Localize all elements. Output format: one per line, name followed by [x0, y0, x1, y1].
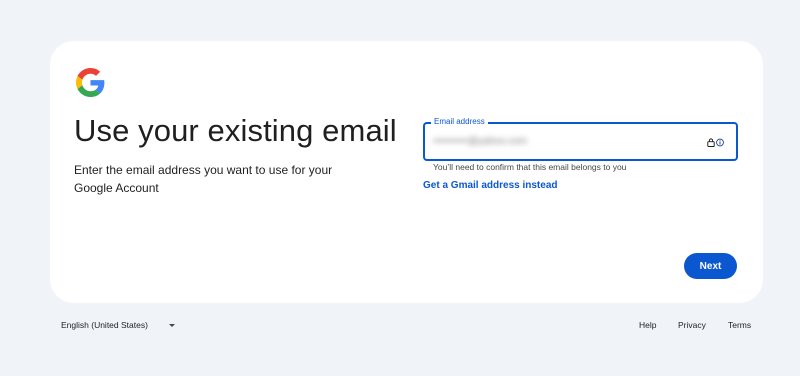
page-title: Use your existing email — [74, 113, 397, 148]
info-icon — [716, 138, 724, 146]
language-selector[interactable]: English (United States) — [61, 320, 148, 330]
email-field-label: Email address — [431, 116, 488, 128]
next-button[interactable]: Next — [684, 253, 737, 279]
email-field[interactable]: Email address — [423, 116, 738, 161]
help-link[interactable]: Help — [639, 320, 656, 330]
google-logo-icon — [76, 68, 105, 97]
language-label: English (United States) — [61, 320, 148, 330]
gmail-instead-link[interactable]: Get a Gmail address instead — [423, 180, 558, 191]
terms-link[interactable]: Terms — [728, 320, 751, 330]
email-input[interactable] — [433, 134, 633, 148]
email-helper-text: You’ll need to confirm that this email b… — [433, 162, 627, 172]
field-icons — [707, 135, 724, 149]
privacy-link[interactable]: Privacy — [678, 320, 706, 330]
page-subtitle: Enter the email address you want to use … — [74, 163, 333, 195]
lock-icon — [707, 137, 715, 147]
footer: English (United States) Help Privacy Ter… — [0, 315, 800, 335]
chevron-down-icon[interactable] — [169, 324, 175, 327]
signin-card: Use your existing email Enter the email … — [50, 41, 763, 303]
